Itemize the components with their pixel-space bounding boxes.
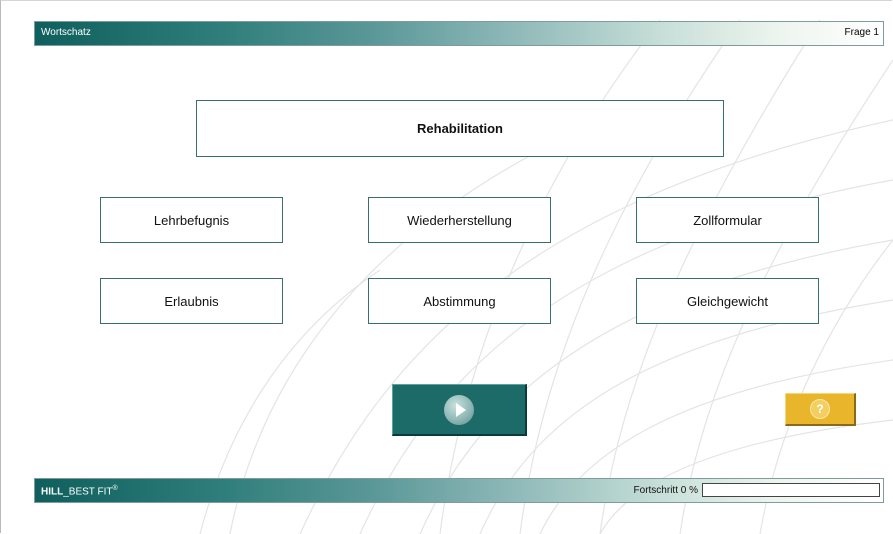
answer-option-1[interactable]: Lehrbefugnis (100, 197, 283, 243)
next-play-button[interactable] (392, 384, 527, 436)
prompt-word-box: Rehabilitation (196, 100, 724, 157)
answer-option-4[interactable]: Erlaubnis (100, 278, 283, 324)
answer-option-label: Gleichgewicht (687, 293, 768, 309)
brand-bold: HILL (41, 486, 64, 498)
answer-option-2[interactable]: Wiederherstellung (368, 197, 551, 243)
brand-logo: HILL_BEST FIT® (41, 485, 118, 497)
question-counter: Frage 1 (844, 27, 879, 38)
window-frame (0, 0, 892, 533)
answer-option-6[interactable]: Gleichgewicht (636, 278, 819, 324)
answer-option-label: Lehrbefugnis (153, 212, 230, 228)
registered-mark: ® (112, 485, 118, 492)
progress-label: Fortschritt 0 % (633, 485, 698, 496)
header-bar: Wortschatz Frage 1 (34, 21, 884, 46)
footer-bar: HILL_BEST FIT® Fortschritt 0 % (34, 478, 884, 503)
answer-option-label: Abstimmung (423, 293, 496, 309)
answer-option-3[interactable]: Zollformular (636, 197, 819, 243)
answer-option-label: Erlaubnis (164, 293, 219, 309)
play-icon (444, 394, 474, 425)
answer-option-label: Zollformular (693, 212, 762, 228)
progress-bar (702, 483, 880, 497)
brand-rest: _BEST FIT (63, 486, 113, 498)
answer-option-label: Wiederherstellung (407, 212, 512, 228)
answer-option-5[interactable]: Abstimmung (368, 278, 551, 324)
section-title: Wortschatz (41, 27, 91, 38)
help-icon: ? (810, 399, 830, 419)
help-button[interactable]: ? (785, 393, 856, 426)
prompt-word: Rehabilitation (417, 121, 503, 136)
